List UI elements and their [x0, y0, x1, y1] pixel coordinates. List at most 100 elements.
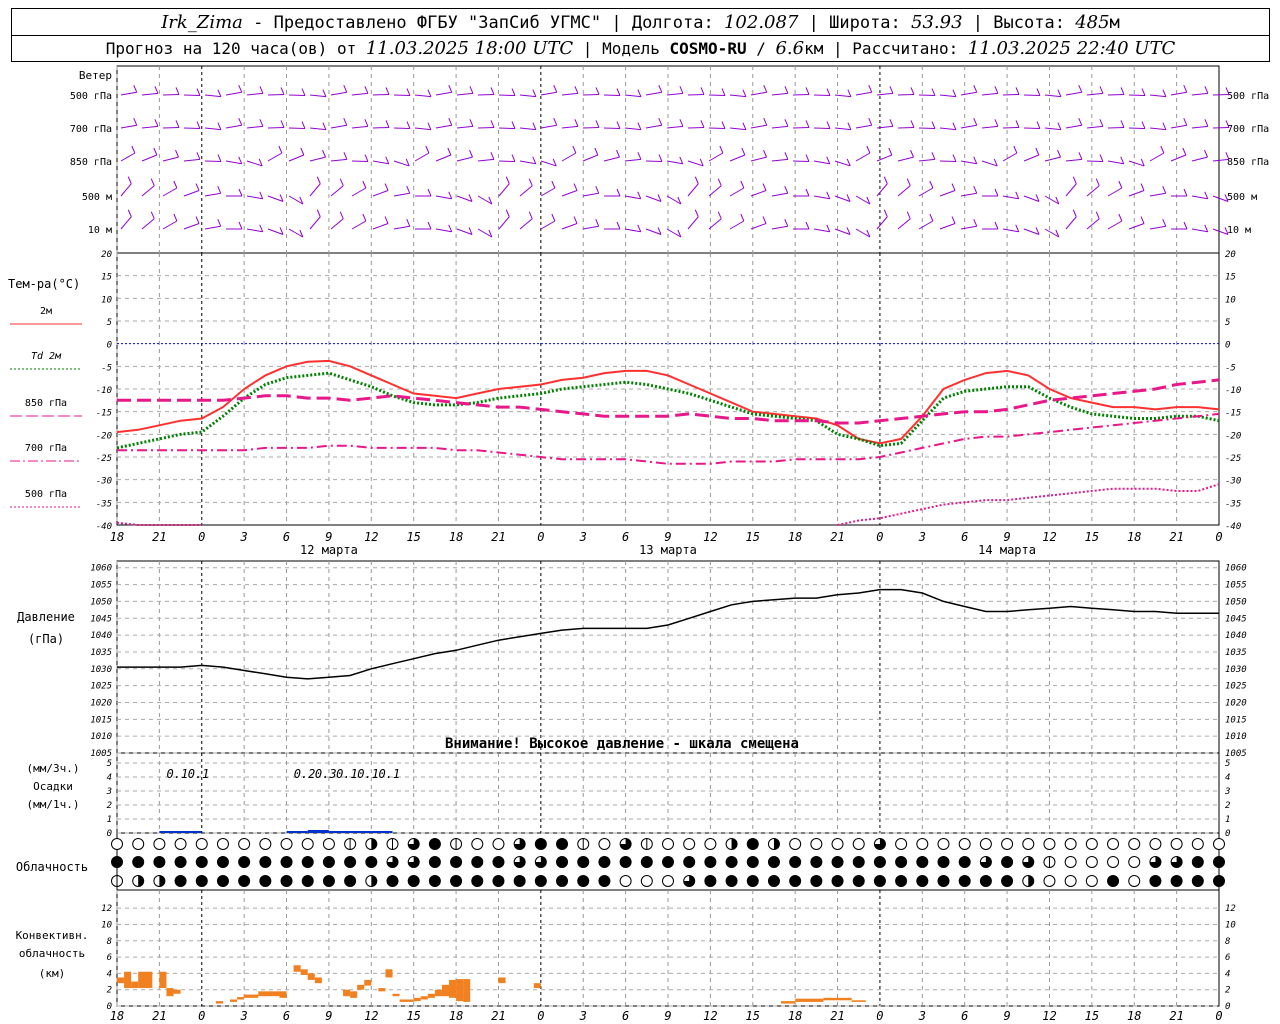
cloud-cover-symbol — [556, 838, 569, 850]
wind-level-label-right: 700 гПа — [1227, 124, 1269, 135]
conv-ytick-right: 4 — [1225, 969, 1230, 979]
prec-ytick-left: 2 — [107, 801, 112, 811]
cloud-cover-symbol — [704, 875, 717, 887]
conv-bar — [498, 977, 506, 984]
wind-barb-flag — [427, 221, 432, 230]
wind-barb-flag — [1183, 118, 1188, 126]
conv-bar — [456, 979, 464, 1002]
wind-barb-flag — [721, 88, 726, 96]
pres-ytick-right: 1015 — [1225, 715, 1247, 725]
bottom-xtick-label: 12 — [703, 1009, 717, 1023]
wind-barb-flag — [532, 89, 537, 97]
cloud-circle — [534, 875, 547, 887]
wind-barb-flag — [280, 120, 285, 128]
wind-barb-shaft — [708, 127, 726, 130]
wind-barb-shaft — [393, 127, 411, 130]
pres-ytick-right: 1060 — [1225, 564, 1247, 574]
cloud-circle — [598, 838, 611, 850]
wind-barb-flag — [301, 121, 306, 129]
cloud-circle — [1107, 875, 1120, 887]
wind-barb-flag — [217, 154, 222, 162]
wind-barb-shaft — [1044, 94, 1061, 98]
wind-barb-flag — [127, 209, 132, 217]
wind-barb-flag — [173, 213, 178, 222]
cloud-circle — [365, 856, 378, 868]
wind-barb-flag — [784, 119, 789, 127]
cloud-cover-symbol — [746, 875, 759, 887]
cloud-cover-symbol — [153, 838, 166, 850]
conv-bar — [124, 971, 132, 989]
wind-barb-shaft — [687, 216, 699, 230]
cloud-circle — [789, 838, 802, 850]
cloud-circle — [344, 856, 357, 868]
cloud-circle — [619, 875, 632, 887]
wind-barb-shaft — [750, 91, 767, 96]
cloud-circle — [1107, 838, 1120, 850]
conv-bar — [230, 999, 238, 1002]
wind-barb-flag — [238, 188, 243, 197]
conv-ytick-left: 4 — [107, 969, 112, 979]
wind-barb-shaft — [918, 187, 934, 197]
wind-barb-shaft — [561, 152, 577, 162]
conv-title1: Конвективн. — [16, 929, 89, 942]
wind-barb-shaft — [204, 192, 221, 197]
cloud-circle — [1213, 875, 1225, 887]
wind-barb-flag — [616, 221, 621, 230]
wind-barb-shaft — [330, 91, 347, 96]
cloud-circle — [1149, 838, 1162, 850]
conv-ytick-right: 0 — [1225, 1002, 1230, 1012]
cloud-circle — [958, 875, 971, 887]
temp-xtick-label: 3 — [579, 530, 587, 544]
wind-barb-shaft — [120, 216, 132, 230]
temp-ytick-right: 20 — [1225, 250, 1236, 260]
wind-barb-shaft — [162, 126, 180, 129]
cloud-cover-symbol — [259, 856, 272, 868]
cloud-circle — [725, 856, 738, 868]
cloud-cover-symbol — [365, 856, 378, 868]
cloud-circle — [873, 856, 886, 868]
temp-ytick-right: -25 — [1225, 454, 1241, 464]
conv-ytick-right: 10 — [1225, 920, 1236, 930]
prec-ytick-left: 4 — [107, 773, 112, 783]
cloud-cover-symbol — [598, 856, 611, 868]
wind-barb-shaft — [435, 91, 452, 96]
wind-barb-flag — [906, 211, 911, 219]
wind-barb-shaft — [183, 158, 200, 162]
wind-barb-shaft — [897, 126, 915, 129]
wind-barb-shaft — [813, 127, 831, 130]
cloud-cover-symbol — [280, 856, 293, 868]
wind-barb-shaft — [918, 220, 934, 230]
cloud-cover-symbol — [852, 856, 865, 868]
cloud-half — [731, 838, 738, 850]
wind-barb-flag — [238, 85, 243, 93]
pres-title: Давление — [17, 610, 75, 624]
wind-barb-shaft — [435, 124, 452, 129]
wind-barb-shaft — [351, 187, 367, 197]
wind-level-label-left: 10 м — [88, 225, 112, 236]
wind-barb-flag — [847, 122, 852, 130]
wind-barb-flag — [175, 120, 180, 128]
wind-barb-shaft — [561, 190, 578, 197]
cloud-cover-symbol — [895, 875, 908, 887]
pres-ytick-left: 1015 — [90, 715, 112, 725]
cloud-cover-symbol — [365, 875, 378, 887]
cloud-circle — [1043, 838, 1056, 850]
conv-bar — [823, 997, 852, 1001]
temp-xtick-label: 21 — [830, 530, 844, 544]
cloud-cover-symbol — [492, 856, 505, 868]
wind-barb-flag — [616, 188, 621, 197]
wind-barb-flag — [364, 154, 369, 162]
temp-ytick-right: -10 — [1225, 386, 1241, 396]
conv-bar — [378, 988, 386, 992]
wind-barb-flag — [1182, 147, 1187, 156]
cloud-cover-symbol — [1107, 856, 1120, 868]
wind-barb-shaft — [813, 195, 830, 200]
cloud-half — [1028, 875, 1034, 887]
cloud-circle — [492, 875, 505, 887]
wind-barb-flag — [952, 89, 957, 97]
wind-barb-shaft — [540, 220, 556, 230]
wind-barb-shaft — [414, 94, 431, 98]
wind-barb-flag — [150, 211, 155, 219]
cloud-cover-symbol — [195, 838, 208, 850]
cloud-half — [138, 875, 144, 887]
